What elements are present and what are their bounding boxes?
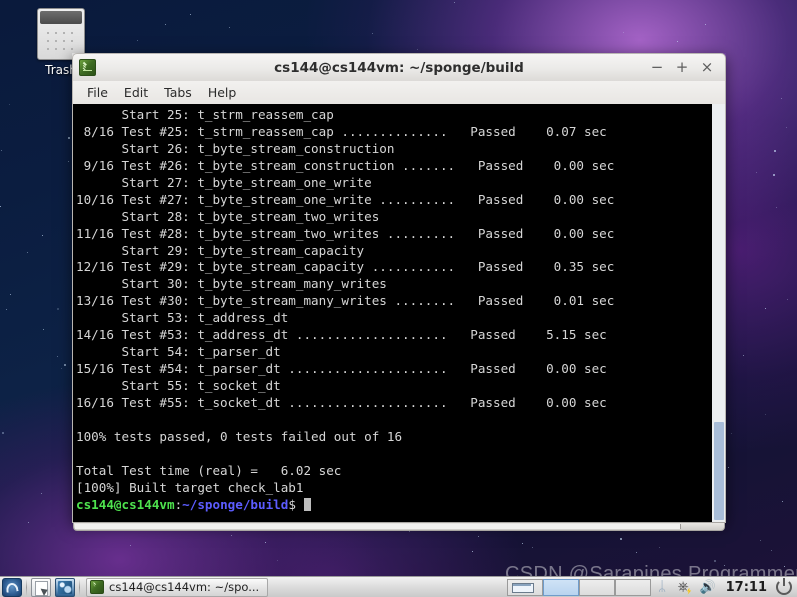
workspace-2[interactable] [542,578,579,596]
terminal-scrollbar[interactable] [711,104,725,522]
taskbar-task-terminal[interactable]: cs144@cs144vm: ~/spo... [86,577,269,597]
terminal-line: Start 30: t_byte_stream_many_writes [76,276,387,292]
window-menubar: File Edit Tabs Help [72,81,726,104]
terminal-output[interactable]: Start 25: t_strm_reassem_cap 8/16 Test #… [73,104,711,522]
terminal-line: Start 53: t_address_dt [76,310,289,326]
menu-icon[interactable] [2,577,22,597]
menu-tabs[interactable]: Tabs [157,83,199,102]
maximize-button[interactable]: + [674,59,690,76]
terminal-body: Start 25: t_strm_reassem_cap 8/16 Test #… [72,104,726,531]
window-bottom-scrollbar[interactable] [73,522,725,531]
window-controls: − + × [649,59,719,76]
prompt-path: ~/sponge/build [182,496,289,512]
volume-icon[interactable]: 🔊 [699,580,717,595]
terminal-icon [90,580,104,594]
workspace-4[interactable] [614,578,651,596]
terminal-line: 15/16 Test #54: t_parser_dt ............… [76,361,607,377]
terminal-line: Start 28: t_byte_stream_two_writes [76,208,380,224]
workspace-1[interactable] [506,578,543,596]
file-manager-icon[interactable] [31,577,51,597]
window-title: cs144@cs144vm: ~/sponge/build [274,59,524,76]
terminal-line: 9/16 Test #26: t_byte_stream_constructio… [76,157,615,173]
terminal-line: 16/16 Test #55: t_socket_dt ............… [76,394,607,410]
power-icon[interactable] [776,578,792,595]
scrollbar-thumb[interactable] [714,422,724,520]
terminal-line: 100% tests passed, 0 tests failed out of… [76,428,403,444]
clock[interactable]: 17:11 [724,580,769,595]
close-button[interactable]: × [699,59,715,76]
terminal-line: Start 26: t_byte_stream_construction [76,140,395,156]
terminal-line: 12/16 Test #29: t_byte_stream_capacity .… [76,259,615,275]
terminal-line: [100%] Built target check_lab1 [76,479,304,495]
terminal-line: 10/16 Test #27: t_byte_stream_one_write … [76,191,615,207]
terminal-line: Start 25: t_strm_reassem_cap [76,107,334,122]
terminal-icon [79,59,96,76]
terminal-prompt-line[interactable]: cs144@cs144vm:~/sponge/build$ [76,497,711,514]
menu-file[interactable]: File [80,83,115,102]
terminal-line: Start 29: t_byte_stream_capacity [76,242,365,258]
workspace-3[interactable] [578,578,615,596]
network-icon[interactable]: ⎈ [675,579,692,595]
taskbar-separator [26,578,27,596]
terminal-line: Start 27: t_byte_stream_one_write [76,174,372,190]
terminal-cursor [303,497,312,511]
terminal-line: 13/16 Test #30: t_byte_stream_many_write… [76,293,615,309]
terminal-window: cs144@cs144vm: ~/sponge/build − + × File… [72,53,726,531]
terminal-line: Start 55: t_socket_dt [76,378,281,393]
taskbar: cs144@cs144vm: ~/spo... ᛦ ⎈ 🔊 17:11 [0,576,797,597]
terminal-line: 14/16 Test #53: t_address_dt ...........… [76,327,607,343]
terminal-line: Start 54: t_parser_dt [76,344,281,360]
window-titlebar[interactable]: cs144@cs144vm: ~/sponge/build − + × [72,53,726,81]
taskbar-task-label: cs144@cs144vm: ~/spo... [109,580,260,594]
taskbar-separator [79,578,80,596]
terminal-line: 8/16 Test #25: t_strm_reassem_cap ......… [76,123,607,139]
menu-help[interactable]: Help [201,83,244,102]
bluetooth-icon[interactable]: ᛦ [657,580,668,595]
menu-edit[interactable]: Edit [117,83,155,102]
prompt-user-host: cs144@cs144vm [76,496,175,512]
terminal-line: Total Test time (real) = 6.02 sec [76,462,342,478]
workspace-switcher[interactable] [506,578,651,596]
prompt-sigil: $ [288,496,304,512]
web-browser-icon[interactable] [55,577,75,597]
desktop: Trash cs144@cs144vm: ~/sponge/build − + … [0,0,797,597]
minimize-button[interactable]: − [649,59,665,76]
terminal-line: 11/16 Test #28: t_byte_stream_two_writes… [76,225,615,241]
trash-icon-grid [43,28,79,55]
system-tray: ᛦ ⎈ 🔊 17:11 [657,578,797,595]
